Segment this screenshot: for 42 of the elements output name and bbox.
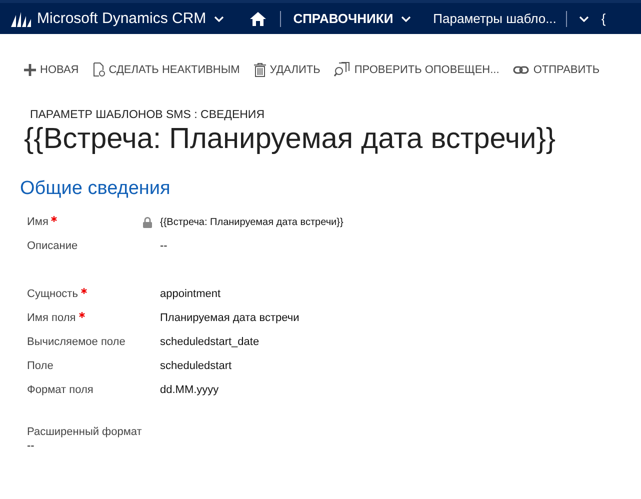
app-title[interactable]: Microsoft Dynamics CRM — [37, 10, 206, 27]
documents-search-icon — [334, 62, 350, 77]
field-value[interactable]: {{Встреча: Планируемая дата встречи}} — [160, 216, 344, 228]
field-value[interactable]: appointment — [160, 288, 221, 300]
home-icon[interactable] — [250, 12, 266, 26]
toolbar-button[interactable]: ПРОВЕРИТЬ ОПОВЕЩЕН... — [334, 60, 500, 79]
link-icon — [513, 64, 530, 74]
section-title: Общие сведения — [20, 178, 172, 200]
toolbar-button[interactable]: УДАЛИТЬ — [254, 60, 320, 79]
field-value[interactable]: -- — [160, 240, 168, 252]
form-breadcrumb: ПАРАМЕТР ШАБЛОНОВ SMS : СВЕДЕНИЯ — [30, 109, 266, 121]
entity-menu[interactable]: Параметры шабло... — [433, 11, 556, 26]
field-label: Вычисляемое поле — [27, 336, 126, 348]
field-value[interactable]: dd.MM.yyyy — [160, 384, 219, 396]
field-value[interactable]: scheduledstart — [160, 360, 232, 372]
toolbar-button[interactable]: СДЕЛАТЬ НЕАКТИВНЫМ — [92, 60, 240, 79]
field-label: Формат поля — [27, 384, 94, 396]
document-icon — [92, 62, 105, 77]
field-value[interactable]: Планируемая дата встречи — [160, 312, 300, 324]
field-label: Расширенный формат — [27, 426, 142, 438]
required-asterisk-icon — [80, 288, 87, 294]
field-label: Описание — [27, 240, 78, 252]
logo-icon — [10, 10, 32, 26]
toolbar-button[interactable]: НОВАЯ — [24, 60, 79, 79]
recent-record-tab[interactable]: { — [601, 11, 606, 26]
field-label: Имя — [27, 216, 48, 228]
required-asterisk-icon — [51, 216, 58, 222]
field-label: Сущность — [27, 288, 78, 300]
plus-icon — [24, 64, 36, 76]
trash-icon — [254, 62, 266, 76]
record-title: {{Встреча: Планируемая дата встречи}} — [24, 123, 557, 156]
field-label: Поле — [27, 360, 54, 372]
field-value[interactable]: scheduledstart_date — [160, 336, 260, 348]
chevron-down-icon[interactable] — [401, 16, 412, 22]
area-menu[interactable]: СПРАВОЧНИКИ — [293, 11, 394, 26]
field-label: Имя поля — [27, 312, 76, 324]
chevron-down-icon[interactable] — [579, 16, 590, 22]
lock-icon — [143, 216, 152, 228]
required-asterisk-icon — [78, 312, 85, 318]
chevron-down-icon[interactable] — [214, 16, 224, 22]
field-value[interactable]: -- — [27, 440, 34, 452]
toolbar-button[interactable]: ОТПРАВИТЬ — [513, 60, 600, 79]
